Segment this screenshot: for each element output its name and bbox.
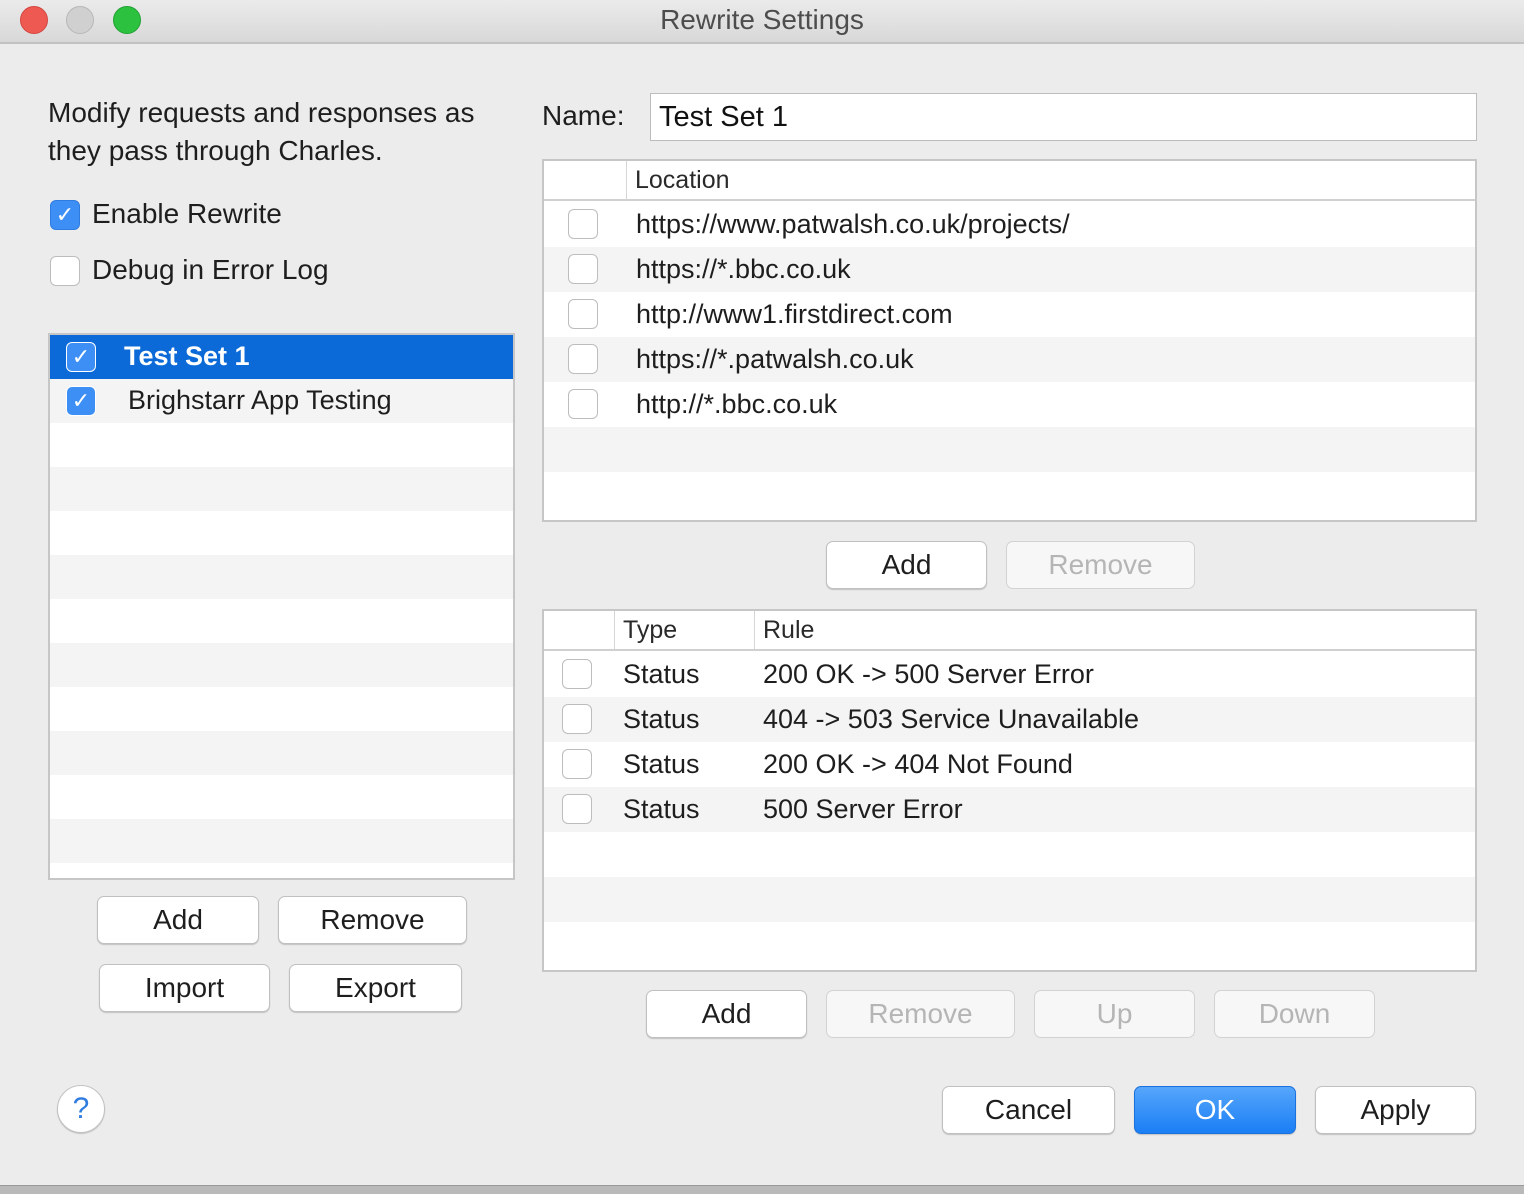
add-location-button[interactable]: Add <box>826 541 987 589</box>
location-cell: http://*.bbc.co.uk <box>636 389 838 419</box>
set-label: Brighstarr App Testing <box>128 385 392 415</box>
set-enabled-checkbox[interactable] <box>66 342 96 372</box>
location-checkbox[interactable] <box>568 299 598 329</box>
add-rule-button[interactable]: Add <box>646 990 807 1038</box>
debug-error-log-label: Debug in Error Log <box>92 254 329 285</box>
rule-checkbox[interactable] <box>562 749 592 779</box>
move-up-button[interactable]: Up <box>1034 990 1195 1038</box>
rule-column-header[interactable]: Rule <box>754 611 1475 649</box>
empty-row <box>50 819 513 863</box>
debug-error-log-checkbox[interactable] <box>50 256 80 286</box>
intro-text: Modify requests and responses as they pa… <box>48 97 475 166</box>
remove-set-button[interactable]: Remove <box>278 896 467 944</box>
empty-row <box>50 467 513 511</box>
rule-type-cell: Status <box>623 704 700 734</box>
empty-row <box>544 427 1475 472</box>
location-checkbox[interactable] <box>568 209 598 239</box>
apply-button[interactable]: Apply <box>1315 1086 1476 1134</box>
list-item[interactable]: Test Set 1 <box>50 335 513 379</box>
rule-cell: 200 OK -> 500 Server Error <box>763 659 1094 689</box>
rule-cell: 200 OK -> 404 Not Found <box>763 749 1073 779</box>
rules-table-header: Type Rule <box>544 611 1475 651</box>
rule-checkbox[interactable] <box>562 794 592 824</box>
table-row[interactable]: Status 200 OK -> 404 Not Found <box>544 742 1475 787</box>
table-row[interactable]: https://www.patwalsh.co.uk/projects/ <box>544 202 1475 247</box>
location-checkbox[interactable] <box>568 389 598 419</box>
enable-rewrite-label: Enable Rewrite <box>92 198 282 229</box>
location-cell: https://www.patwalsh.co.uk/projects/ <box>636 209 1070 239</box>
rule-type-cell: Status <box>623 794 700 824</box>
locations-table: Location https://www.patwalsh.co.uk/proj… <box>542 159 1477 522</box>
set-enabled-checkbox[interactable] <box>66 386 96 416</box>
window-title: Rewrite Settings <box>660 4 864 35</box>
empty-row <box>50 731 513 775</box>
table-row[interactable]: https://*.bbc.co.uk <box>544 247 1475 292</box>
table-row[interactable]: http://*.bbc.co.uk <box>544 382 1475 427</box>
list-item[interactable]: Brighstarr App Testing <box>50 379 513 423</box>
location-cell: https://*.patwalsh.co.uk <box>636 344 914 374</box>
location-checkbox[interactable] <box>568 344 598 374</box>
table-row[interactable]: http://www1.firstdirect.com <box>544 292 1475 337</box>
table-row[interactable]: https://*.patwalsh.co.uk <box>544 337 1475 382</box>
import-button[interactable]: Import <box>99 964 270 1012</box>
set-label: Test Set 1 <box>124 341 250 371</box>
rule-checkbox[interactable] <box>562 659 592 689</box>
empty-row <box>544 877 1475 922</box>
rule-checkbox[interactable] <box>562 704 592 734</box>
remove-rule-button[interactable]: Remove <box>826 990 1015 1038</box>
locations-table-header: Location <box>544 161 1475 201</box>
empty-row <box>50 555 513 599</box>
location-checkbox[interactable] <box>568 254 598 284</box>
name-label: Name: <box>542 100 625 131</box>
rewrite-sets-list: Test Set 1 Brighstarr App Testing <box>48 333 515 880</box>
help-icon[interactable]: ? <box>57 1085 105 1133</box>
location-cell: https://*.bbc.co.uk <box>636 254 851 284</box>
type-column-header[interactable]: Type <box>614 611 754 649</box>
location-cell: http://www1.firstdirect.com <box>636 299 953 329</box>
title-bar: Rewrite Settings <box>0 0 1524 44</box>
remove-location-button[interactable]: Remove <box>1006 541 1195 589</box>
ok-button[interactable]: OK <box>1134 1086 1296 1134</box>
table-row[interactable]: Status 404 -> 503 Service Unavailable <box>544 697 1475 742</box>
empty-row <box>50 643 513 687</box>
rule-cell: 500 Server Error <box>763 794 963 824</box>
table-row[interactable]: Status 500 Server Error <box>544 787 1475 832</box>
rules-table: Type Rule Status 200 OK -> 500 Server Er… <box>542 609 1477 972</box>
export-button[interactable]: Export <box>289 964 462 1012</box>
cancel-button[interactable]: Cancel <box>942 1086 1115 1134</box>
rule-type-cell: Status <box>623 749 700 779</box>
rule-type-cell: Status <box>623 659 700 689</box>
table-row[interactable]: Status 200 OK -> 500 Server Error <box>544 652 1475 697</box>
location-column-header[interactable]: Location <box>626 161 1475 199</box>
add-set-button[interactable]: Add <box>97 896 259 944</box>
enable-rewrite-checkbox[interactable] <box>50 200 80 230</box>
rewrite-settings-window: Rewrite Settings Modify requests and res… <box>0 0 1524 1186</box>
move-down-button[interactable]: Down <box>1214 990 1375 1038</box>
rule-cell: 404 -> 503 Service Unavailable <box>763 704 1139 734</box>
name-input[interactable] <box>650 93 1477 141</box>
